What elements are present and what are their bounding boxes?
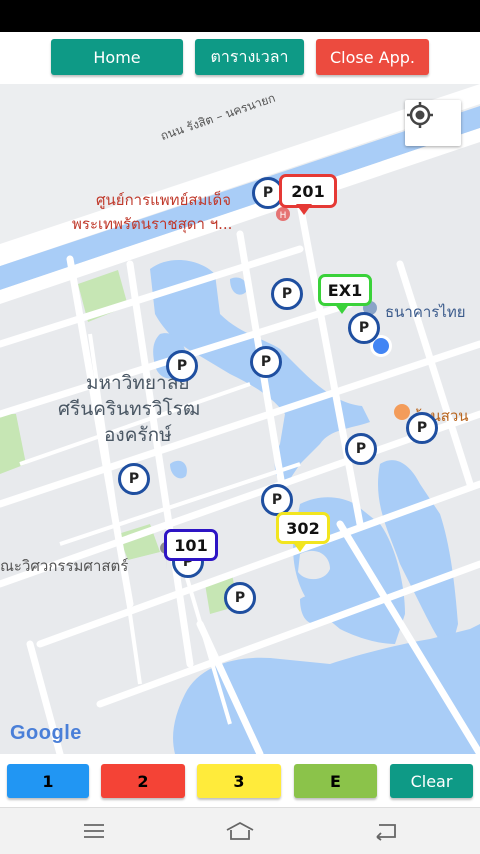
route-marker-pointer — [292, 541, 308, 552]
route-marker-201[interactable]: 201 — [279, 174, 337, 208]
restaurant-icon — [394, 404, 410, 420]
university-name-line3: องครักษ์ — [104, 424, 172, 446]
menu-nav-button[interactable] — [74, 816, 114, 846]
schedule-button[interactable]: ตารางเวลา — [195, 39, 304, 75]
route-marker-pointer — [296, 204, 312, 215]
parking-marker[interactable]: P — [406, 412, 438, 444]
parking-marker[interactable]: P — [271, 278, 303, 310]
route-marker-label: 101 — [174, 535, 208, 555]
my-location-button[interactable] — [405, 100, 461, 146]
back-nav-button[interactable] — [366, 816, 406, 846]
home-button[interactable]: Home — [51, 39, 183, 75]
parking-marker[interactable]: P — [224, 582, 256, 614]
hospital-name-line1: ศูนย์การแพทย์สมเด็จ — [96, 191, 232, 209]
home-icon — [226, 821, 254, 840]
hospital-icon: H — [276, 207, 290, 221]
route-2-button[interactable]: 2 — [101, 764, 185, 798]
svg-text:H: H — [280, 211, 287, 221]
system-navigation-bar — [0, 807, 480, 854]
route-marker-101[interactable]: 101 — [164, 529, 218, 561]
close-app-button[interactable]: Close App. — [316, 39, 429, 75]
parking-marker[interactable]: P — [118, 463, 150, 495]
clear-button[interactable]: Clear — [390, 764, 473, 798]
hospital-name-line2: พระเทพรัตนราชสุดา ฯ... — [72, 215, 233, 233]
route-filter-bar: 1 2 3 E Clear — [0, 754, 480, 807]
route-marker-pointer — [334, 303, 350, 314]
route-marker-ex1[interactable]: EX1 — [318, 274, 372, 306]
route-3-button[interactable]: 3 — [197, 764, 281, 798]
google-logo: Google — [10, 722, 82, 744]
status-bar — [0, 0, 480, 32]
top-toolbar: Home ตารางเวลา Close App. — [0, 32, 480, 84]
parking-marker[interactable]: P — [250, 346, 282, 378]
route-1-button[interactable]: 1 — [7, 764, 89, 798]
parking-marker[interactable]: P — [166, 350, 198, 382]
menu-icon — [84, 824, 104, 838]
crosshair-icon — [407, 102, 433, 128]
route-marker-label: 302 — [286, 518, 320, 538]
route-marker-label: EX1 — [327, 280, 363, 300]
route-marker-302[interactable]: 302 — [276, 512, 330, 544]
route-e-button[interactable]: E — [294, 764, 377, 798]
bank-label: ธนาคารไทย — [385, 303, 466, 321]
back-icon — [376, 824, 396, 841]
parking-marker[interactable]: P — [345, 433, 377, 465]
parking-marker[interactable]: P — [348, 312, 380, 344]
home-nav-button[interactable] — [220, 816, 260, 846]
map-view[interactable]: H ถนน รังสิต – นครนายก ศูนย์การแพทย์สมเด… — [0, 84, 480, 754]
route-marker-label: 201 — [291, 181, 325, 201]
faculty-label: ณะวิศวกรรมศาสตร์ — [0, 557, 129, 575]
